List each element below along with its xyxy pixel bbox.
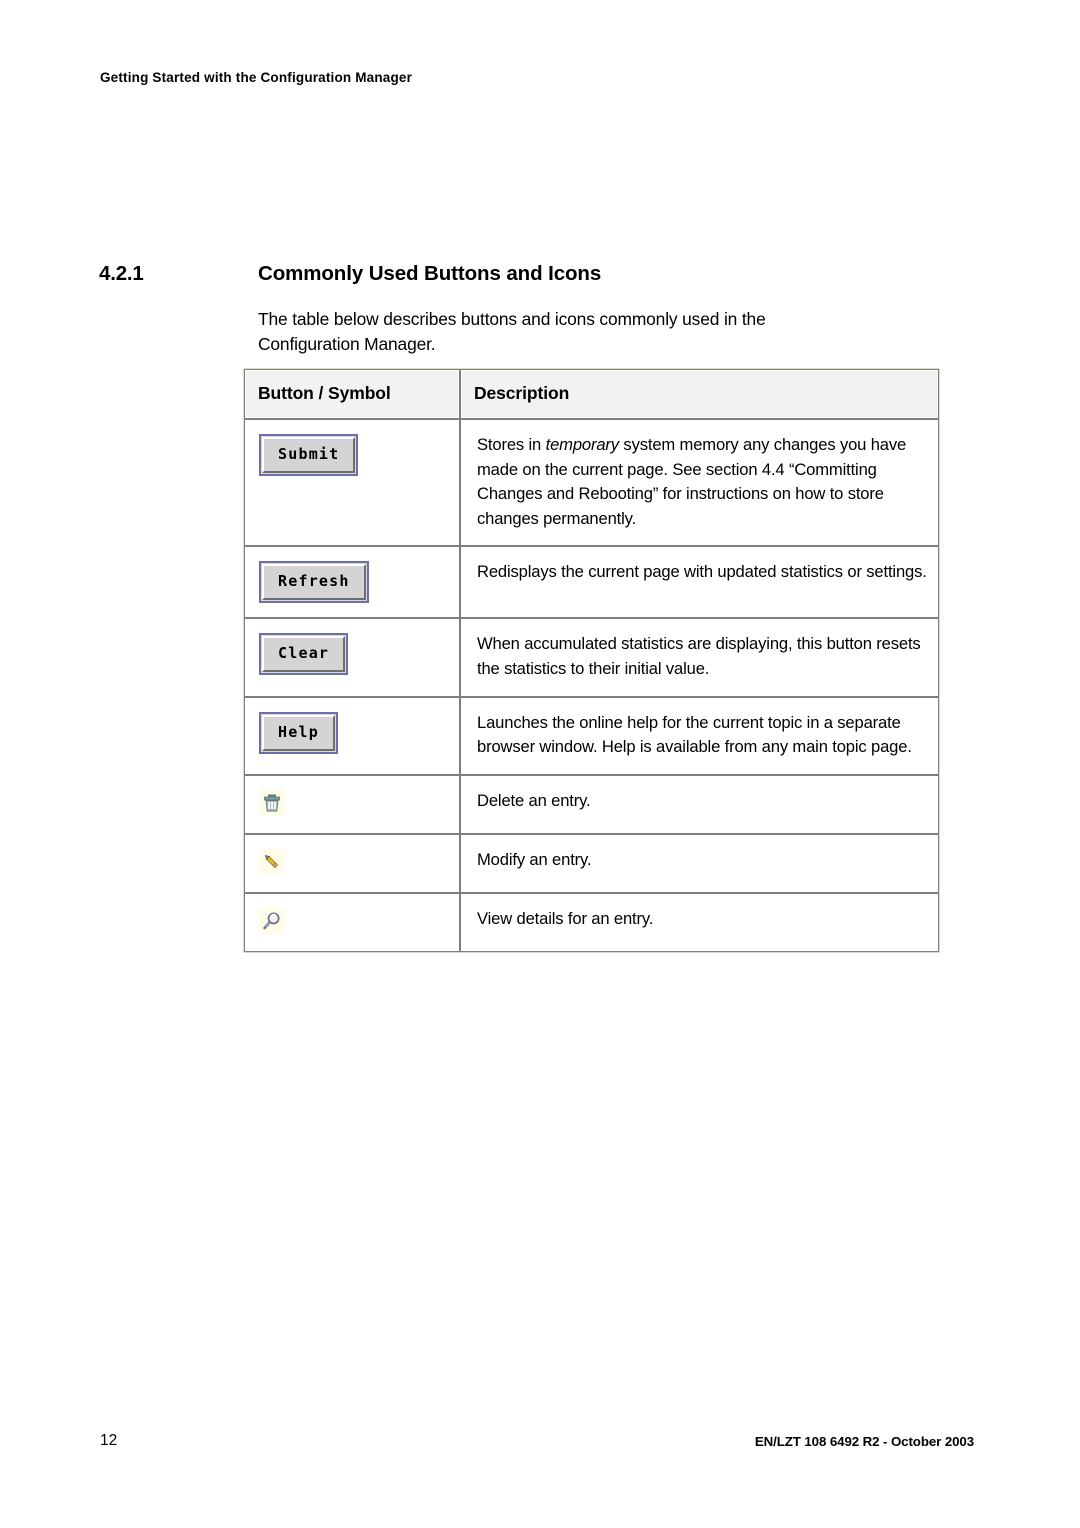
column-header-symbol: Button / Symbol	[244, 369, 460, 419]
description-text: Redisplays the current page with updated…	[461, 547, 938, 599]
pencil-icon[interactable]	[259, 848, 285, 875]
document-reference: EN/LZT 108 6492 R2 - October 2003	[754, 1434, 974, 1449]
table-row: View details for an entry.	[244, 892, 939, 952]
column-header-description-label: Description	[474, 383, 570, 403]
submit-button-label: Submit	[262, 437, 356, 473]
symbol-cell-inner: Clear	[245, 619, 459, 689]
section-block: 4.2.1 Commonly Used Buttons and Icons Th…	[99, 262, 959, 357]
table-row: Delete an entry.	[244, 774, 939, 834]
description-cell: Delete an entry.	[460, 774, 939, 834]
description-text: Launches the online help for the current…	[461, 698, 938, 774]
plain-text: Redisplays the current page with updated…	[477, 562, 927, 582]
symbol-cell	[244, 774, 460, 834]
plain-text: Launches the online help for the current…	[477, 712, 912, 757]
symbol-cell-inner: Refresh	[245, 547, 459, 617]
help-button-label: Help	[262, 714, 335, 751]
description-cell: When accumulated statistics are displayi…	[460, 618, 939, 697]
document-page: Getting Started with the Configuration M…	[0, 0, 1080, 1528]
clear-button[interactable]: Clear	[259, 633, 349, 676]
plain-text: View details for an entry.	[477, 908, 654, 928]
symbol-cell: Refresh	[244, 546, 460, 619]
section-intro-paragraph: The table below describes buttons and ic…	[258, 309, 766, 354]
description-text: Stores in temporary system memory any ch…	[461, 420, 938, 545]
symbol-cell: Submit	[244, 419, 460, 547]
symbol-cell-inner: Submit	[245, 420, 459, 490]
plain-text: Stores in	[477, 435, 546, 454]
description-cell: Modify an entry.	[460, 833, 939, 893]
section-number: 4.2.1	[99, 262, 144, 285]
submit-button[interactable]: Submit	[259, 434, 359, 476]
description-cell: Stores in temporary system memory any ch…	[460, 419, 939, 547]
symbol-cell-inner: Help	[245, 698, 459, 768]
running-header: Getting Started with the Configuration M…	[100, 70, 413, 85]
description-text: View details for an entry.	[461, 894, 938, 946]
refresh-button-label: Refresh	[262, 564, 366, 601]
symbol-cell-inner	[245, 776, 459, 833]
page-number: 12	[100, 1432, 118, 1449]
description-text: When accumulated statistics are displayi…	[461, 619, 938, 695]
emphasis-text: temporary	[545, 435, 620, 454]
column-header-description: Description	[460, 369, 939, 419]
table-row: Refresh Redisplays the current page with …	[244, 546, 939, 619]
description-text: Modify an entry.	[461, 835, 938, 887]
column-header-symbol-label: Button / Symbol	[258, 383, 391, 403]
section-title: Commonly Used Buttons and Icons	[258, 262, 602, 285]
buttons-and-icons-table: Button / Symbol Description Submit Stores…	[243, 368, 940, 953]
symbol-cell-inner	[245, 835, 459, 892]
magnifier-icon[interactable]	[259, 907, 285, 934]
plain-text: When accumulated statistics are displayi…	[477, 634, 921, 678]
description-cell: Redisplays the current page with updated…	[460, 546, 939, 619]
table-header-row: Button / Symbol Description	[244, 369, 939, 419]
symbol-cell: Clear	[244, 618, 460, 697]
symbol-cell-inner	[245, 894, 459, 951]
description-cell: Launches the online help for the current…	[460, 696, 939, 775]
symbol-cell: Help	[244, 696, 460, 775]
clear-button-label: Clear	[262, 636, 346, 673]
symbol-cell	[244, 833, 460, 893]
table-row: Clear When accumulated statistics are dis…	[244, 618, 939, 697]
table-row: Help Launches the online help for the cur…	[244, 696, 939, 775]
table-row: Submit Stores in temporary system memory …	[244, 419, 939, 547]
plain-text: Modify an entry.	[477, 849, 592, 869]
symbol-cell	[244, 892, 460, 952]
refresh-button[interactable]: Refresh	[259, 561, 369, 604]
plain-text: Delete an entry.	[477, 790, 591, 810]
trash-icon[interactable]	[259, 789, 285, 816]
help-button[interactable]: Help	[259, 711, 338, 754]
table-body: Submit Stores in temporary system memory …	[244, 419, 939, 952]
description-cell: View details for an entry.	[460, 892, 939, 952]
description-text: Delete an entry.	[461, 776, 938, 828]
section-heading: 4.2.1 Commonly Used Buttons and Icons	[99, 262, 959, 286]
table-row: Modify an entry.	[244, 833, 939, 893]
